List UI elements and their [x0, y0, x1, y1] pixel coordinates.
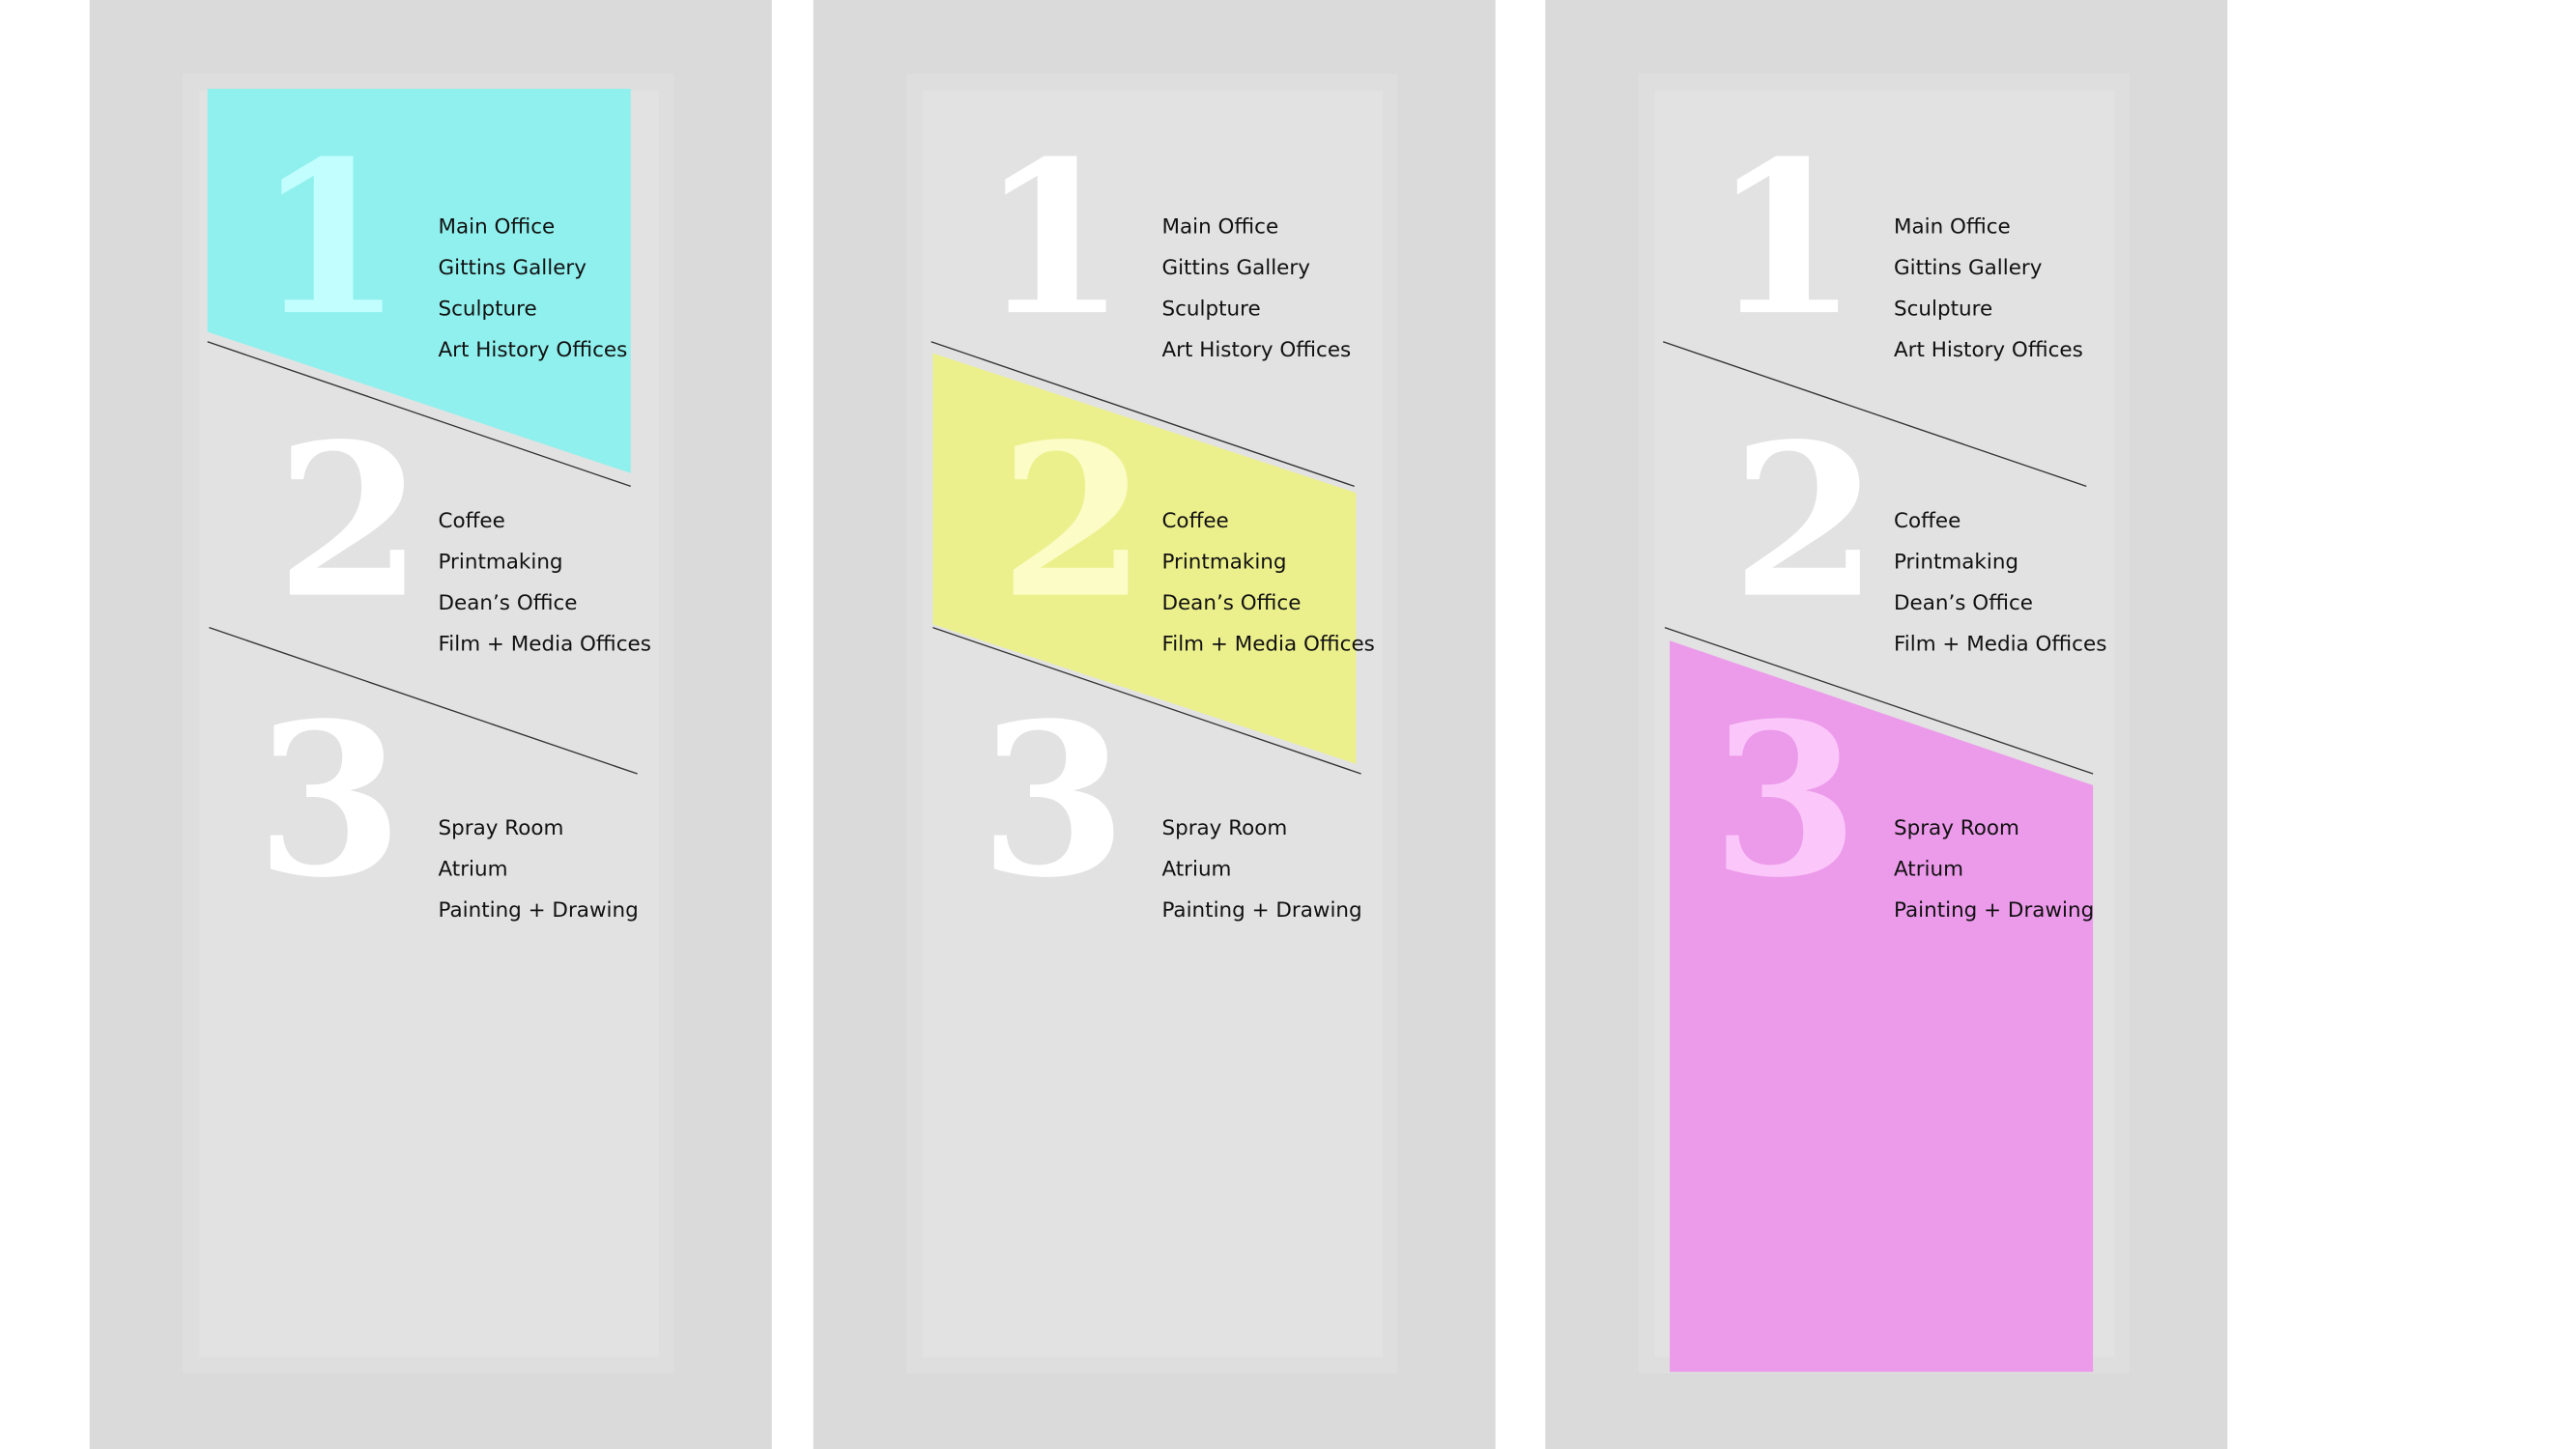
- floor-2-directory-item: Film + Media Offices: [1894, 633, 2106, 657]
- floor-2-directory-item: Coffee: [1161, 509, 1228, 533]
- floor-2-directory-item: Printmaking: [1894, 551, 2018, 575]
- floor-3-directory-item: Spray Room: [1161, 816, 1287, 840]
- floor-1-directory-item: Art History Offices: [1894, 338, 2083, 362]
- floor-1-directory-item: Main Office: [1161, 215, 1278, 240]
- floor-1-directory-item: Gittins Gallery: [1161, 256, 1309, 280]
- floor-1-directory-item: Art History Offices: [438, 338, 627, 362]
- sign-panel-2: 1 Main Office Gittins Gallery Sculpture Art …: [813, 0, 1496, 1449]
- floor-number-2: 2: [999, 398, 1147, 645]
- floor-1-directory-item: Sculpture: [438, 298, 536, 322]
- floor-3-directory-item: Spray Room: [438, 816, 563, 840]
- floor-3-directory-item: Spray Room: [1894, 816, 2019, 840]
- floor-2-directory-item: Dean’s Office: [438, 591, 577, 615]
- floor-2-directory-item: Coffee: [1894, 509, 1961, 533]
- floor-number-2: 2: [1732, 398, 1879, 645]
- floor-1-directory-item: Gittins Gallery: [1894, 256, 2042, 280]
- wayfinding-signs: 1 Main Office Gittins Gallery Sculpture Art …: [89, 0, 2228, 1449]
- floor-3-directory-item: Atrium: [1161, 858, 1231, 882]
- floor-number-3: 3: [979, 677, 1127, 924]
- floor-2-directory-item: Printmaking: [1161, 551, 1286, 575]
- floor-1-directory-item: Art History Offices: [1161, 338, 1351, 362]
- floor-1-directory-item: Gittins Gallery: [438, 256, 586, 280]
- floor-1-directory-item: Main Office: [1894, 215, 2011, 240]
- floor-number-3: 3: [256, 677, 404, 924]
- sign-panel-3: 1 Main Office Gittins Gallery Sculpture Art …: [1545, 0, 2228, 1449]
- floor-number-2: 2: [275, 398, 423, 645]
- floor-1-directory-item: Sculpture: [1161, 298, 1260, 322]
- floor-3-directory-item: Atrium: [438, 858, 507, 882]
- floor-3-directory-item: Painting + Drawing: [1161, 898, 1361, 923]
- floor-3-directory-item: Atrium: [1894, 858, 1963, 882]
- floor-number-3: 3: [1711, 677, 1859, 924]
- floor-3-directory-item: Painting + Drawing: [1894, 898, 2094, 923]
- floor-number-1: 1: [1711, 115, 1859, 362]
- floor-2-directory-item: Printmaking: [438, 551, 562, 575]
- floor-1-directory-item: Main Office: [438, 215, 555, 240]
- floor-2-directory-item: Film + Media Offices: [1161, 633, 1374, 657]
- floor-2-directory-item: Dean’s Office: [1894, 591, 2033, 615]
- floor-number-1: 1: [979, 115, 1127, 362]
- floor-2-directory-item: Dean’s Office: [1161, 591, 1301, 615]
- floor-2-directory-item: Film + Media Offices: [438, 633, 650, 657]
- floor-3-directory-item: Painting + Drawing: [438, 898, 638, 923]
- sign-panel-1: 1 Main Office Gittins Gallery Sculpture Art …: [89, 0, 772, 1449]
- floor-number-1: 1: [256, 115, 404, 362]
- floor-2-directory-item: Coffee: [438, 509, 504, 533]
- floor-1-directory-item: Sculpture: [1894, 298, 1992, 322]
